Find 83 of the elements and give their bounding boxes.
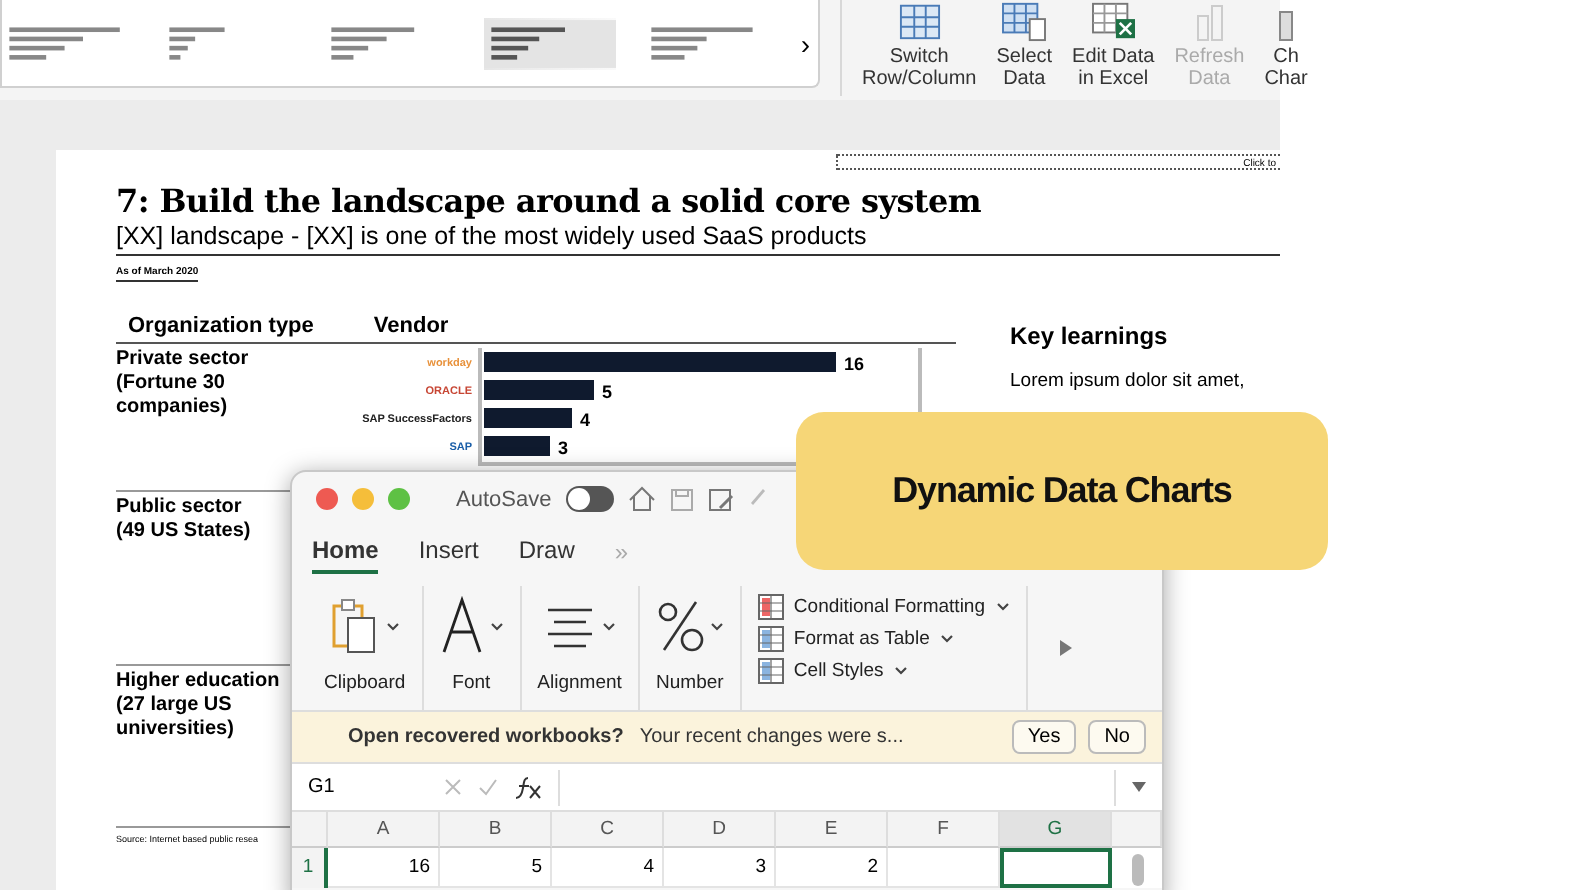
dropdown-icon[interactable]	[939, 634, 954, 644]
scroll-right-icon[interactable]	[1059, 640, 1071, 656]
zoom-button[interactable]	[388, 488, 410, 510]
font-icon	[439, 596, 484, 656]
body-text: Lorem ipsum dolor sit amet,	[1010, 370, 1245, 392]
ribbon-tab[interactable]: Draw	[518, 530, 575, 574]
percent-icon	[655, 598, 704, 654]
chart-icon	[1195, 4, 1224, 42]
chart-icon	[1278, 10, 1295, 42]
dropdown-icon[interactable]	[893, 666, 908, 676]
ribbon-tab[interactable]: Insert	[418, 530, 479, 574]
name-box[interactable]: G1	[292, 776, 428, 798]
cell-styles-icon	[757, 658, 784, 684]
style-menu-button[interactable]: Conditional Formatting	[757, 594, 1009, 620]
column-header[interactable]: E	[776, 812, 888, 848]
table-cell[interactable]: 3	[664, 848, 776, 888]
ribbon-button[interactable]: Edit Data in Excel	[1068, 0, 1159, 96]
bar	[484, 436, 550, 456]
ribbon-tab[interactable]: Home	[312, 530, 379, 574]
format-table-icon	[757, 626, 784, 652]
table-cell[interactable]: 16	[328, 848, 440, 888]
ribbon-button[interactable]: Ch Char	[1260, 0, 1312, 96]
column-header[interactable]: F	[888, 812, 1000, 848]
section-label: Private sector (Fortune 30 companies)	[116, 348, 249, 420]
section-label: Higher education (27 large US universities)	[116, 670, 280, 742]
clipboard-icon	[328, 596, 381, 656]
autosave-label: AutoSave	[456, 487, 552, 511]
function-icon[interactable]	[514, 775, 542, 799]
section-label: Public sector (49 US States)	[116, 496, 251, 544]
ribbon-group-button[interactable]: Number	[639, 586, 742, 710]
table-cell[interactable]: 5	[440, 848, 552, 888]
chart-style-thumbnail[interactable]	[483, 17, 617, 69]
data-label: 5	[602, 382, 613, 402]
autosave-toggle[interactable]	[565, 486, 614, 512]
conditional-format-icon	[757, 594, 784, 620]
data-label: 16	[844, 354, 865, 374]
table-cell[interactable]: 4	[552, 848, 664, 888]
dropdown-icon[interactable]	[489, 621, 504, 631]
message-text: Your recent changes were s...	[639, 726, 904, 748]
bar	[484, 380, 594, 400]
column-header[interactable]: G	[1000, 812, 1112, 848]
ribbon-button[interactable]: Select Data	[992, 0, 1057, 96]
align-icon	[543, 604, 596, 648]
save-icon[interactable]	[669, 487, 694, 511]
row-header[interactable]: 1	[292, 848, 328, 888]
slide-title: 7: Build the landscape around a solid core system	[116, 182, 984, 222]
close-button[interactable]	[316, 488, 338, 510]
dropdown-icon[interactable]	[601, 621, 616, 631]
callout-text: Dynamic Data Charts	[892, 470, 1232, 512]
table-cell[interactable]: 2	[776, 848, 888, 888]
style-menu-button[interactable]: Cell Styles	[757, 658, 1009, 684]
section-title: Key learnings	[1010, 322, 1170, 350]
ribbon-button[interactable]: Switch Row/Column	[858, 0, 981, 96]
check-icon	[478, 778, 498, 796]
message-button[interactable]: No	[1088, 720, 1146, 754]
bar	[484, 408, 572, 428]
ribbon-group-button[interactable]: Clipboard	[308, 586, 424, 710]
save-as-icon[interactable]	[707, 487, 734, 511]
ribbon-group-button[interactable]: Font	[423, 586, 522, 710]
column-header[interactable]: B	[440, 812, 552, 848]
formula-field[interactable]	[558, 769, 1116, 805]
dropdown-icon[interactable]	[995, 602, 1009, 612]
column-header: Vendor	[373, 314, 449, 340]
style-menu-button[interactable]: Format as Table	[757, 626, 1009, 652]
cancel-icon	[444, 778, 462, 796]
table-cell[interactable]	[888, 848, 1000, 888]
dropdown-icon[interactable]	[1132, 782, 1146, 792]
data-label: 3	[558, 438, 569, 458]
column-header: Organization type	[128, 314, 314, 340]
message-title: Open recovered workbooks?	[348, 726, 624, 748]
column-header[interactable]: C	[552, 812, 664, 848]
data-label: 4	[580, 410, 591, 430]
column-header[interactable]: A	[328, 812, 440, 848]
next-button[interactable]: ›	[792, 27, 818, 59]
selected-cell[interactable]	[1000, 848, 1112, 888]
slide-subtitle: [XX] landscape - [XX] is one of the most widely used SaaS products	[116, 222, 1280, 256]
column-header[interactable]: D	[664, 812, 776, 848]
home-icon[interactable]	[627, 486, 656, 512]
dropdown-icon[interactable]	[709, 621, 724, 631]
scrollbar-thumb[interactable]	[1131, 854, 1143, 886]
dropdown-icon[interactable]	[386, 621, 401, 631]
message-button[interactable]: Yes	[1011, 720, 1077, 754]
ribbon-group-button[interactable]: Alignment	[521, 586, 640, 710]
